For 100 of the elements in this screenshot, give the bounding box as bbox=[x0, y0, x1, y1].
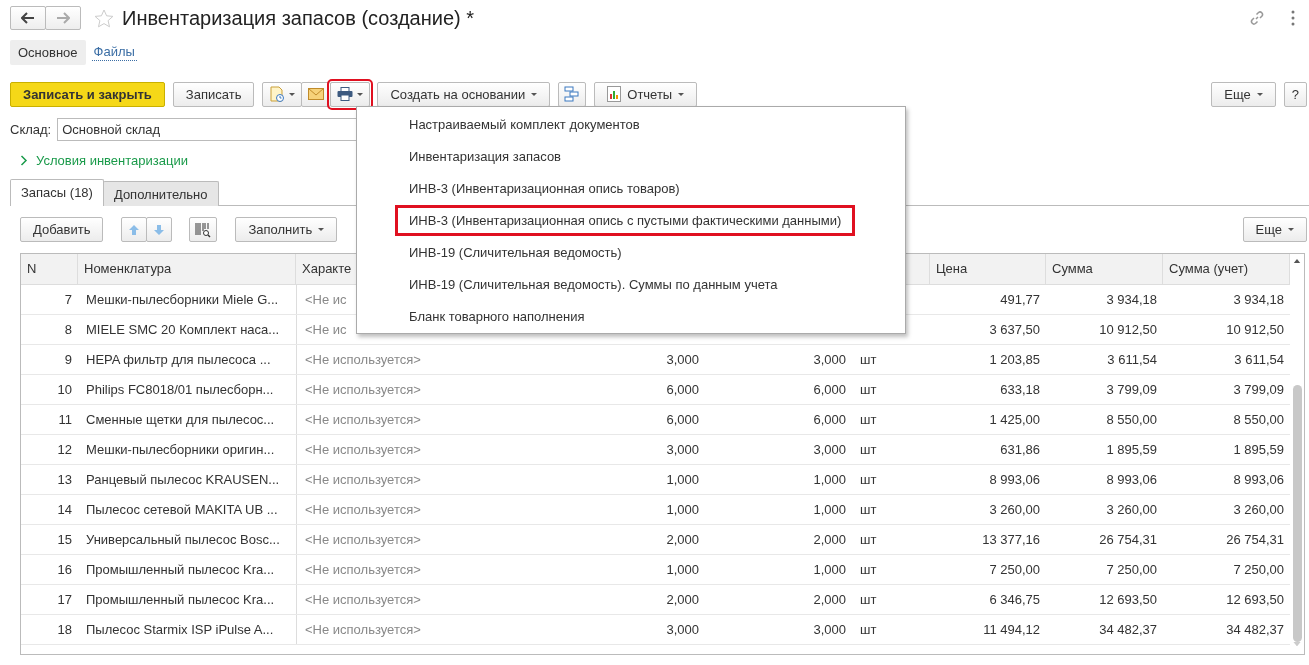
barcode-magnifier-icon bbox=[195, 221, 212, 238]
table-cell-text: 491,77 bbox=[999, 291, 1041, 309]
structure-button[interactable] bbox=[558, 81, 587, 107]
column-header[interactable]: Номенклатура bbox=[78, 254, 296, 284]
table-cell-text: 8 bbox=[63, 321, 73, 339]
table-cell-text: 8 993,06 bbox=[1105, 471, 1158, 489]
table-cell-text: 3 934,18 bbox=[1105, 291, 1158, 309]
table-cell-text: Пылесос сетевой MAKITA UB ... bbox=[85, 501, 279, 519]
table-cell-text: 11 bbox=[57, 411, 73, 429]
column-header[interactable]: Цена bbox=[930, 254, 1046, 284]
table-cell-text: 14 bbox=[56, 501, 73, 519]
document-dropdown-button[interactable] bbox=[262, 81, 303, 107]
table-cell-text: 1,000 bbox=[812, 501, 847, 519]
email-button[interactable] bbox=[301, 81, 332, 107]
more-vertical-icon[interactable] bbox=[1291, 10, 1295, 26]
table-cell-text: 7 250,00 bbox=[1105, 561, 1158, 579]
star-icon[interactable] bbox=[94, 8, 114, 28]
table-cell-text: 18 bbox=[56, 621, 73, 639]
table-cell-text: 8 993,06 bbox=[988, 471, 1041, 489]
table-cell-text: 34 482,37 bbox=[1225, 621, 1285, 639]
table-cell-text: 3,000 bbox=[812, 441, 847, 459]
table-cell: <Не используется> bbox=[296, 345, 560, 374]
table-cell-text: Philips FC8018/01 пылесборн... bbox=[85, 381, 275, 399]
down-arrow-icon bbox=[153, 223, 166, 236]
scroll-up-icon[interactable] bbox=[1293, 259, 1301, 264]
back-button[interactable] bbox=[10, 6, 46, 30]
menu-item[interactable]: ИНВ-19 (Сличительная ведомость) bbox=[395, 236, 636, 268]
table-cell-text: 12 693,50 bbox=[1225, 591, 1285, 609]
table-cell-text: 13 bbox=[56, 471, 73, 489]
table-cell-text: шт bbox=[859, 561, 878, 579]
menu-item[interactable]: ИНВ-3 (Инвентаризационная опись товаров) bbox=[395, 172, 694, 204]
print-button[interactable] bbox=[330, 81, 371, 107]
table-cell-text: MIELE SMC 20 Комплект наса... bbox=[85, 321, 281, 339]
create-based-on-button[interactable]: Создать на основании bbox=[377, 81, 551, 107]
menu-item[interactable]: Инвентаризация запасов bbox=[395, 140, 575, 172]
table-cell-text: 2,000 bbox=[812, 591, 847, 609]
envelope-icon bbox=[308, 88, 325, 100]
up-arrow-icon bbox=[128, 223, 141, 236]
table-cell: <Не используется> bbox=[296, 465, 560, 494]
scrollbar-thumb[interactable] bbox=[1292, 385, 1302, 642]
printer-icon bbox=[337, 87, 354, 101]
table-cell-text: 11 494,12 bbox=[982, 621, 1041, 639]
table-cell-text: 9 bbox=[63, 351, 73, 369]
table-cell-text: 34 482,37 bbox=[1098, 621, 1158, 639]
table-cell-text: 1 895,59 bbox=[1105, 441, 1158, 459]
table-cell-text: 633,18 bbox=[999, 381, 1041, 399]
window-title: Инвентаризация запасов (создание) * bbox=[122, 6, 475, 30]
conditions-expander[interactable]: Условия инвентаризации bbox=[20, 153, 188, 168]
table-cell-text: 26 754,31 bbox=[1225, 531, 1285, 549]
table-cell-text: 2,000 bbox=[665, 591, 700, 609]
table-cell-text: 8 550,00 bbox=[1105, 411, 1158, 429]
table-cell-text: 2,000 bbox=[665, 531, 700, 549]
table-cell-text: шт bbox=[859, 381, 878, 399]
table-cell-text: шт bbox=[859, 531, 878, 549]
chart-icon bbox=[607, 86, 622, 102]
help-button[interactable]: ? bbox=[1283, 81, 1307, 107]
table-cell-text: 1 895,59 bbox=[1232, 441, 1285, 459]
column-header[interactable]: Сумма (учет) bbox=[1163, 254, 1290, 284]
table-more-button[interactable]: Еще bbox=[1242, 217, 1307, 242]
section-tab[interactable]: Основное bbox=[10, 39, 86, 65]
move-up-button[interactable] bbox=[121, 217, 148, 242]
table-cell-text: 17 bbox=[56, 591, 73, 609]
move-down-button[interactable] bbox=[146, 217, 173, 242]
back-arrow-icon bbox=[21, 12, 35, 24]
table-cell-text: шт bbox=[859, 411, 878, 429]
column-header[interactable]: N bbox=[21, 254, 78, 284]
table-cell-text: Универсальный пылесос Bosc... bbox=[85, 531, 281, 549]
add-button[interactable]: Добавить bbox=[20, 217, 104, 242]
table-cell-text: 3 260,00 bbox=[1105, 501, 1158, 519]
table-cell-text: 7 250,00 bbox=[1232, 561, 1285, 579]
table-cell: <Не используется> bbox=[296, 495, 560, 524]
table-cell-text: 6,000 bbox=[665, 381, 700, 399]
warehouse-label: Склад: bbox=[10, 122, 52, 137]
section-tab[interactable]: Файлы bbox=[91, 43, 137, 61]
table-cell-text: 6,000 bbox=[812, 381, 847, 399]
fill-button[interactable]: Заполнить bbox=[235, 217, 338, 242]
table-cell-text: Сменные щетки для пылесос... bbox=[85, 411, 276, 429]
menu-item[interactable]: Настраиваемый комплект документов bbox=[395, 108, 654, 140]
tab[interactable]: Запасы (18) bbox=[10, 179, 104, 206]
table-cell-text: 1,000 bbox=[812, 561, 847, 579]
table-cell-text: Промышленный пылесос Kra... bbox=[85, 561, 276, 579]
table-cell-text: 1,000 bbox=[665, 561, 700, 579]
tab[interactable]: Дополнительно bbox=[102, 181, 219, 206]
menu-item[interactable]: ИНВ-3 (Инвентаризационная опись с пустыми фактическими данными) bbox=[395, 204, 856, 236]
table-cell-text: 3 799,09 bbox=[1232, 381, 1285, 399]
column-header[interactable]: Сумма bbox=[1046, 254, 1163, 284]
barcode-search-button[interactable] bbox=[189, 217, 218, 242]
save-button[interactable]: Записать bbox=[172, 81, 255, 107]
table-cell-text: 1 425,00 bbox=[988, 411, 1041, 429]
document-clock-icon bbox=[269, 86, 286, 102]
table-cell: <Не используется> bbox=[296, 405, 560, 434]
structure-icon bbox=[564, 86, 581, 102]
table-cell-text: 8 550,00 bbox=[1232, 411, 1285, 429]
save-and-close-button[interactable]: Записать и закрыть bbox=[10, 81, 165, 107]
table-cell-text: 6,000 bbox=[665, 411, 700, 429]
table-cell: <Не используется> bbox=[296, 435, 560, 464]
table-cell-text: 1 203,85 bbox=[988, 351, 1041, 369]
more-button[interactable]: Еще bbox=[1211, 81, 1276, 107]
reports-button[interactable]: Отчеты bbox=[594, 81, 698, 107]
link-icon[interactable] bbox=[1249, 10, 1265, 26]
